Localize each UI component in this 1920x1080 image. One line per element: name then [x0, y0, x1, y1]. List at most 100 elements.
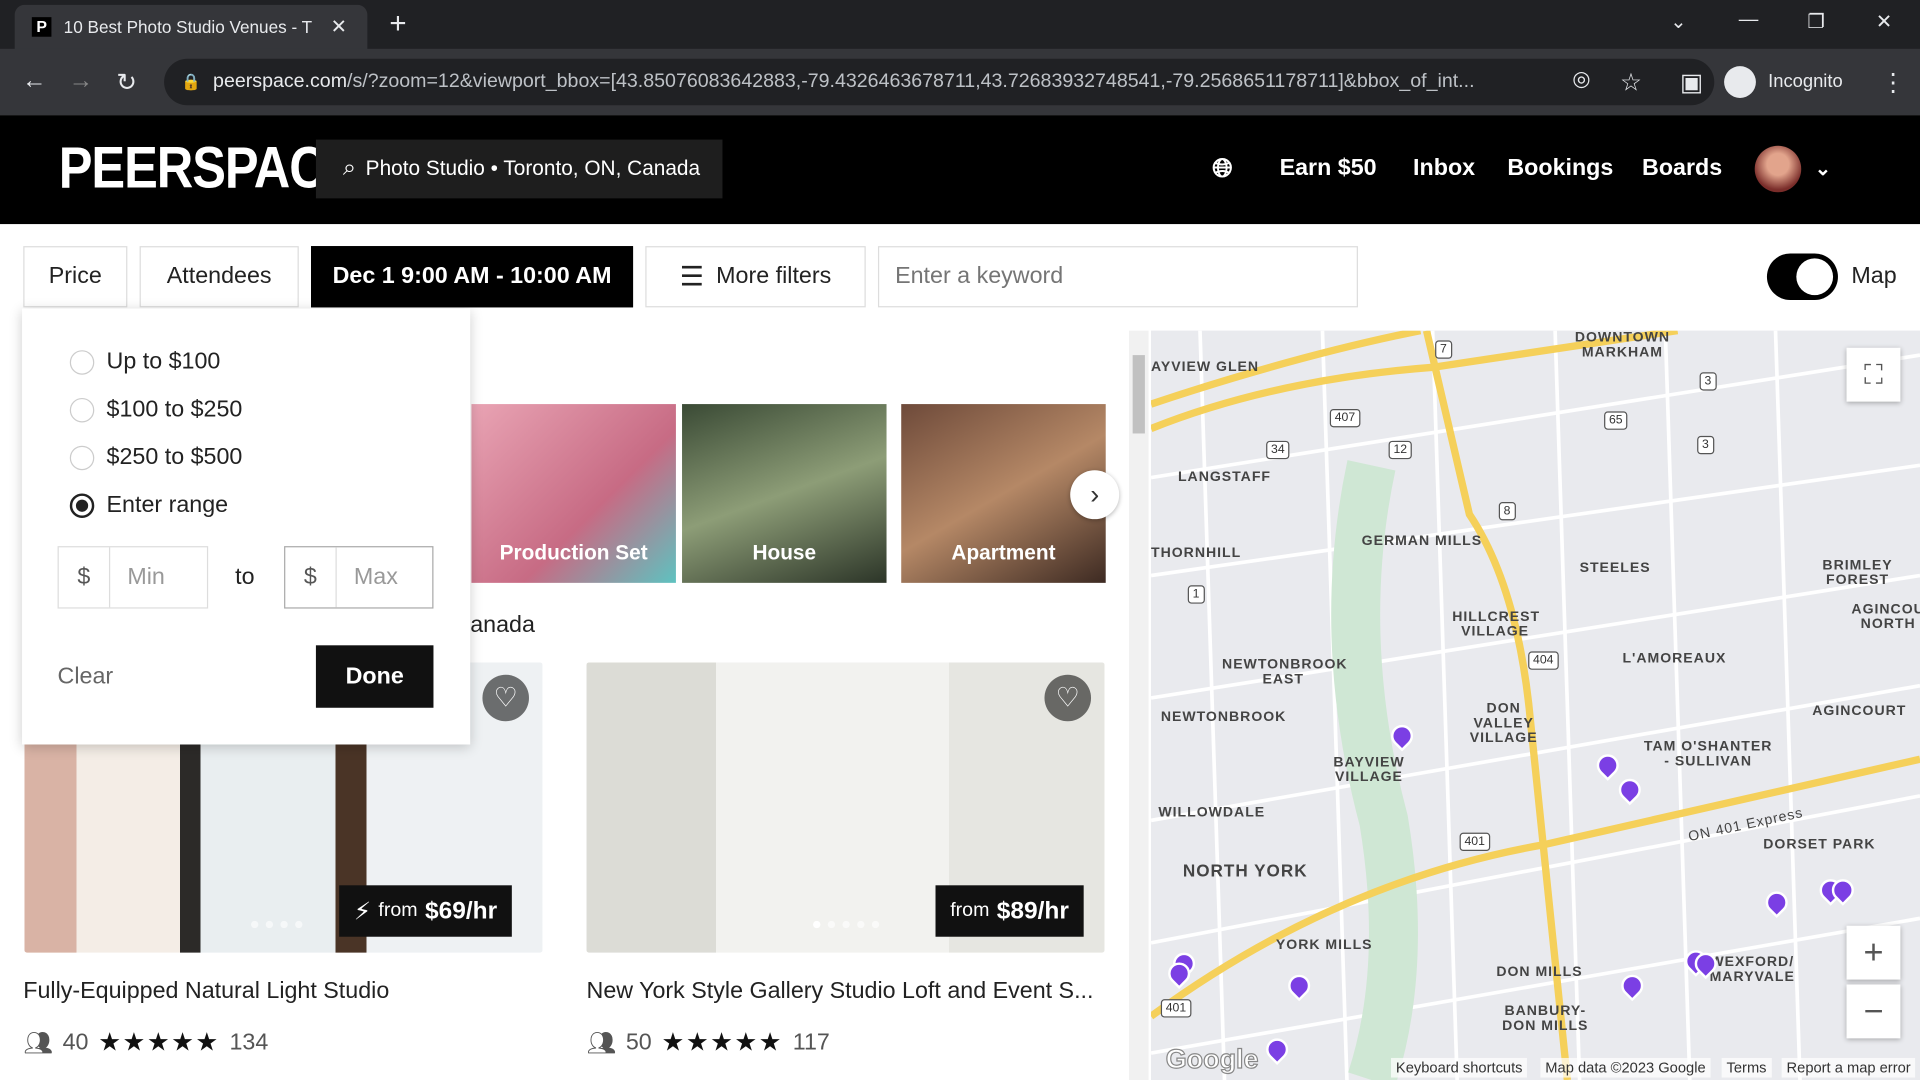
lightning-icon: ⚡︎ [353, 898, 372, 926]
report-map-error-link[interactable]: Report a map error [1781, 1057, 1916, 1078]
map-label: WILLOWDALE [1158, 805, 1266, 821]
radio-250-to-500[interactable] [69, 445, 95, 471]
new-tab-icon[interactable]: + [389, 7, 406, 41]
globe-icon[interactable]: 🌐︎ [1212, 154, 1233, 183]
forward-icon[interactable]: → [69, 67, 93, 95]
map-label: NORTH YORK [1182, 860, 1308, 881]
listing-title[interactable]: New York Style Gallery Studio Loft and E… [587, 978, 1094, 1005]
close-window-icon[interactable]: ✕ [1876, 10, 1892, 34]
terms-link[interactable]: Terms [1721, 1057, 1772, 1078]
option-label[interactable]: Enter range [107, 492, 229, 519]
search-bar[interactable]: ⌕ Photo Studio • Toronto, ON, Canada [315, 139, 723, 199]
sidebar-icon[interactable]: ▣ [1680, 67, 1703, 98]
radio-up-to-100[interactable] [69, 350, 95, 375]
favicon: P [31, 17, 52, 37]
scrollbar[interactable] [1128, 330, 1149, 1080]
highway-shield: 65 [1604, 411, 1628, 430]
close-tab-icon[interactable]: ✕ [331, 15, 347, 39]
heart-icon[interactable]: ♡ [482, 674, 529, 722]
listing-title[interactable]: Fully-Equipped Natural Light Studio [23, 978, 389, 1005]
clear-button[interactable]: Clear [58, 664, 114, 691]
map-toggle-label: Map [1851, 263, 1897, 289]
carousel-dots[interactable] [251, 920, 303, 929]
highway-shield: 404 [1528, 651, 1559, 670]
minimize-icon[interactable]: — [1739, 10, 1759, 32]
nav-inbox[interactable]: Inbox [1413, 156, 1475, 183]
map-label: HILLCREST VILLAGE [1452, 609, 1541, 640]
listing-stats: 👥︎ 50 ★★★★★ 117 [587, 1027, 830, 1058]
map-label: NEWTONBROOK EAST [1222, 657, 1348, 687]
radio-enter-range[interactable] [69, 493, 95, 518]
reload-icon[interactable]: ↻ [116, 67, 137, 98]
option-label[interactable]: Up to $100 [107, 349, 221, 376]
option-label[interactable]: $100 to $250 [107, 397, 243, 424]
url-path: /s/?zoom=12&viewport_bbox=[43.8507608364… [347, 71, 1475, 92]
price-prefix: from [950, 900, 990, 921]
keyboard-shortcuts-link[interactable]: Keyboard shortcuts [1391, 1057, 1528, 1078]
map-label: DON VALLEY VILLAGE [1469, 701, 1538, 746]
tab-search-icon[interactable]: ⌄ [1670, 10, 1686, 34]
attendees-filter-button[interactable]: Attendees [139, 246, 299, 308]
more-filters-button[interactable]: ☰ More filters [645, 246, 866, 308]
keyword-input[interactable] [877, 246, 1358, 308]
currency: $ [59, 547, 111, 608]
map-label: BRIMLEY FOREST [1822, 558, 1893, 588]
price: $89/hr [996, 896, 1069, 924]
zoom-out-button[interactable]: − [1846, 984, 1901, 1039]
scrollbar-thumb[interactable] [1132, 355, 1145, 434]
category-production-set[interactable]: Production Set [471, 404, 676, 583]
max-price-input[interactable]: $ Max [284, 546, 434, 609]
rating-stars: ★★★★★ [661, 1028, 783, 1057]
carousel-dots[interactable] [813, 920, 880, 929]
results-heading: anada [470, 612, 535, 638]
back-icon[interactable]: ← [22, 67, 46, 95]
max-placeholder: Max [353, 563, 398, 590]
google-logo: Google [1165, 1043, 1259, 1075]
listing-stats: 👥︎ 40 ★★★★★ 134 [23, 1027, 268, 1058]
highway-shield: 3 [1697, 435, 1714, 455]
people-icon: 👥︎ [586, 1030, 617, 1057]
highway-shield: 7 [1435, 340, 1452, 359]
chevron-right-icon[interactable]: › [1070, 470, 1120, 520]
sliders-icon: ☰ [679, 260, 704, 292]
radio-100-to-250[interactable] [69, 397, 95, 423]
map-data-text: Map data ©2023 Google [1540, 1057, 1711, 1078]
nav-bookings[interactable]: Bookings [1507, 156, 1613, 183]
highway-shield: 407 [1329, 408, 1361, 428]
heart-icon[interactable]: ♡ [1044, 674, 1092, 722]
highway-shield: 1 [1187, 585, 1205, 604]
capacity: 40 [62, 1029, 89, 1055]
profile-label[interactable]: Incognito [1768, 71, 1843, 92]
price-filter-button[interactable]: Price [23, 246, 128, 308]
avatar[interactable] [1754, 145, 1802, 193]
highway-shield: 8 [1498, 502, 1516, 521]
price: $69/hr [424, 896, 498, 924]
browser-tab[interactable]: P 10 Best Photo Studio Venues - T ✕ [14, 4, 368, 49]
nav-earn[interactable]: Earn $50 [1280, 156, 1377, 183]
map-toggle[interactable] [1766, 253, 1838, 301]
date-filter-button[interactable]: Dec 1 9:00 AM - 10:00 AM [311, 246, 634, 308]
search-text: Photo Studio • Toronto, ON, Canada [365, 156, 701, 181]
peerspace-logo[interactable]: PEERSPACE [59, 135, 359, 202]
map-label: GERMAN MILLS [1361, 533, 1483, 549]
eye-off-icon[interactable]: ◎ [1572, 67, 1590, 91]
fullscreen-icon[interactable]: ⛶ [1846, 347, 1901, 402]
star-icon[interactable]: ☆ [1620, 67, 1642, 98]
option-label[interactable]: $250 to $500 [107, 444, 243, 471]
map-label: L'AMOREAUX [1622, 651, 1727, 667]
category-label: House [752, 541, 817, 565]
map-label: NEWTONBROOK [1160, 710, 1287, 725]
highway-shield: 34 [1266, 440, 1290, 460]
done-button[interactable]: Done [315, 645, 434, 708]
zoom-in-button[interactable]: + [1846, 925, 1901, 980]
url-host: peerspace.com [213, 71, 348, 92]
nav-boards[interactable]: Boards [1642, 156, 1722, 183]
restore-icon[interactable]: ❐ [1807, 10, 1825, 34]
address-bar[interactable]: 🔒 peerspace.com/s/?zoom=12&viewport_bbox… [164, 58, 1715, 106]
highway-shield: 401 [1459, 832, 1490, 852]
map[interactable]: AYVIEW GLEN DOWNTOWN MARKHAM LANGSTAFF G… [1151, 330, 1920, 1080]
chevron-down-icon[interactable]: ⌄ [1815, 157, 1831, 181]
min-price-input[interactable]: $ Min [57, 546, 209, 609]
category-house[interactable]: House [682, 404, 887, 583]
menu-icon[interactable]: ⋮ [1881, 67, 1905, 98]
